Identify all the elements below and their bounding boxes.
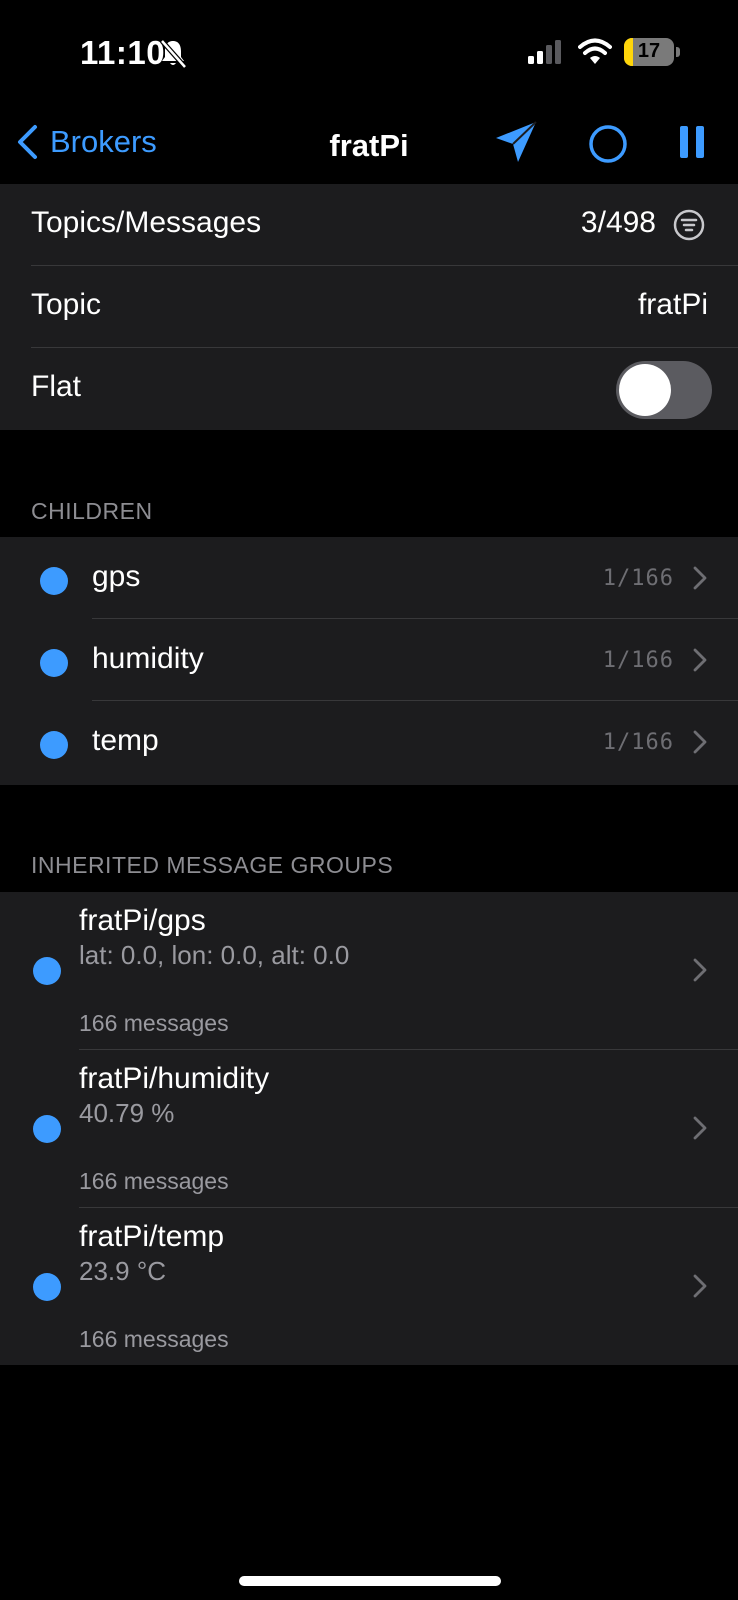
flat-label: Flat (31, 370, 82, 403)
status-dot (40, 731, 68, 759)
chevron-right-icon (693, 1274, 707, 1303)
message-group-temp[interactable]: fratPi/temp 23.9 °C 166 messages (0, 1208, 738, 1366)
children-section-header: CHILDREN (31, 498, 153, 524)
battery-percent: 17 (637, 40, 661, 62)
status-bar: 11:10 17 (0, 0, 738, 110)
child-count: 1/166 (602, 648, 674, 673)
topics-messages-label: Topics/Messages (31, 206, 262, 239)
topic-label: Topic (31, 288, 102, 321)
battery-icon: 17 (624, 38, 674, 66)
send-icon[interactable] (494, 120, 538, 169)
message-value: 23.9 °C (79, 1256, 167, 1286)
status-time: 11:10 (80, 34, 166, 71)
message-group-humidity[interactable]: fratPi/humidity 40.79 % 166 messages (0, 1050, 738, 1208)
topics-messages-row[interactable]: Topics/Messages 3/498 (0, 184, 738, 266)
child-label: humidity (92, 642, 204, 675)
message-count: 166 messages (79, 1326, 229, 1352)
status-dot (40, 649, 68, 677)
child-row-temp[interactable]: temp 1/166 (0, 701, 738, 783)
status-dot (33, 957, 61, 985)
message-group-gps[interactable]: fratPi/gps lat: 0.0, lon: 0.0, alt: 0.0 … (0, 892, 738, 1050)
child-label: gps (92, 560, 141, 593)
child-label: temp (92, 724, 159, 757)
child-count: 1/166 (602, 566, 674, 591)
message-topic: fratPi/temp (79, 1220, 225, 1253)
status-dot (40, 567, 68, 595)
child-count: 1/166 (602, 730, 674, 755)
pause-icon[interactable] (678, 124, 706, 165)
topics-messages-value: 3/498 (580, 206, 656, 239)
message-count: 166 messages (79, 1168, 229, 1194)
battery-cap (676, 47, 680, 57)
info-group: Topics/Messages 3/498 Topic fratPi Flat (0, 184, 738, 430)
cellular-signal-icon (528, 40, 564, 69)
topic-row: Topic fratPi (0, 266, 738, 348)
message-topic: fratPi/gps (79, 904, 206, 937)
child-row-gps[interactable]: gps 1/166 (0, 537, 738, 619)
page-title-text: fratPi (329, 128, 409, 163)
bell-slash-icon (158, 38, 188, 75)
home-indicator[interactable] (239, 1576, 501, 1586)
chevron-right-icon (693, 648, 707, 677)
navigation-bar: Brokers fratPi (0, 110, 738, 182)
record-circle-icon[interactable] (588, 124, 628, 169)
wifi-icon (578, 38, 612, 69)
children-group: gps 1/166 humidity 1/166 temp 1/166 (0, 537, 738, 785)
message-topic: fratPi/humidity (79, 1062, 270, 1095)
status-dot (33, 1115, 61, 1143)
topic-value: fratPi (637, 288, 708, 321)
chevron-right-icon (693, 1116, 707, 1145)
chevron-right-icon (693, 566, 707, 595)
child-row-humidity[interactable]: humidity 1/166 (0, 619, 738, 701)
filter-icon[interactable] (672, 208, 706, 247)
flat-row: Flat (0, 348, 738, 430)
inherited-group: fratPi/gps lat: 0.0, lon: 0.0, alt: 0.0 … (0, 892, 738, 1365)
flat-toggle[interactable] (616, 361, 712, 419)
message-value: 40.79 % (79, 1098, 175, 1128)
message-value: lat: 0.0, lon: 0.0, alt: 0.0 (79, 940, 350, 970)
chevron-right-icon (693, 958, 707, 987)
inherited-section-header: INHERITED MESSAGE GROUPS (31, 852, 394, 878)
message-count: 166 messages (79, 1010, 229, 1036)
chevron-right-icon (693, 730, 707, 759)
status-dot (33, 1273, 61, 1301)
toggle-knob (619, 364, 671, 416)
